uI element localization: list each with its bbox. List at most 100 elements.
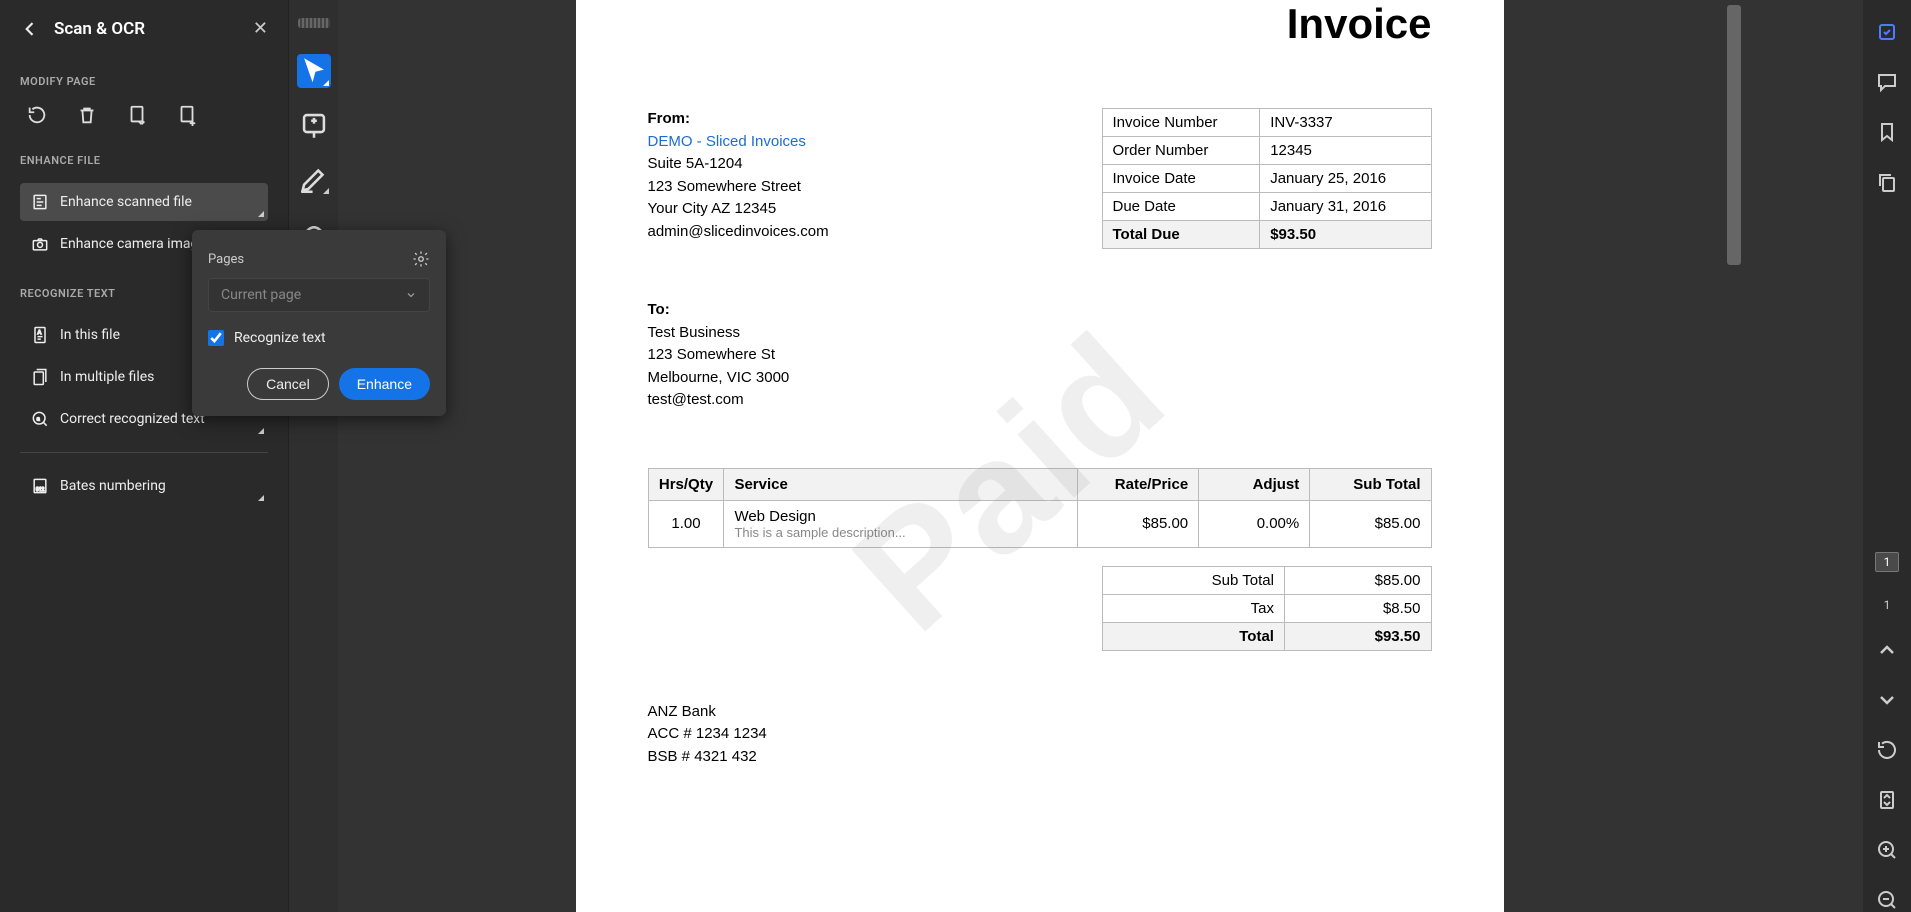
bates-icon: 012 <box>30 476 50 496</box>
from-company-link[interactable]: DEMO - Sliced Invoices <box>648 133 806 150</box>
document-viewport[interactable]: Paid Invoice From: DEMO - Sliced Invoice… <box>338 0 1741 912</box>
cell-sub: $85.00 <box>1310 500 1431 547</box>
tool-label: Bates numbering <box>60 478 166 494</box>
drag-handle-icon[interactable] <box>298 18 330 28</box>
delete-icon[interactable] <box>76 104 98 126</box>
pages-label: Pages <box>208 252 244 267</box>
enhance-scanned-file-button[interactable]: Enhance scanned file <box>20 183 268 221</box>
meta-key: Invoice Number <box>1102 109 1260 137</box>
sum-val: $93.50 <box>1284 622 1431 650</box>
annotation-toolbar: A <box>288 0 338 912</box>
meta-val: January 31, 2016 <box>1260 193 1431 221</box>
enhance-file-label: ENHANCE FILE <box>20 154 268 167</box>
scrollbar[interactable] <box>1727 5 1741 265</box>
to-street: 123 Somewhere St <box>648 344 1432 367</box>
col-rate: Rate/Price <box>1077 468 1198 500</box>
chevron-down-icon <box>405 289 417 301</box>
service-desc: This is a sample description... <box>734 525 1067 540</box>
enhance-button[interactable]: Enhance <box>339 368 430 400</box>
invoice-title: Invoice <box>648 0 1432 48</box>
zoom-in-icon[interactable] <box>1875 838 1899 862</box>
to-city: Melbourne, VIC 3000 <box>648 367 1432 390</box>
summary-table: Sub Total$85.00 Tax$8.50 Total$93.50 <box>1102 566 1432 651</box>
from-street: 123 Somewhere Street <box>648 176 829 199</box>
scan-ocr-panel: Scan & OCR ✕ MODIFY PAGE ENHANCE FILE En… <box>0 0 288 912</box>
meta-key: Due Date <box>1102 193 1260 221</box>
gear-icon[interactable] <box>412 250 430 268</box>
files-icon <box>30 367 50 387</box>
to-name: Test Business <box>648 322 1432 345</box>
from-suite: Suite 5A-1204 <box>648 153 829 176</box>
pages-select[interactable]: Current page <box>208 278 430 312</box>
to-email: test@test.com <box>648 389 1432 412</box>
comment-icon[interactable] <box>1875 70 1899 94</box>
magnify-text-icon: a <box>30 409 50 429</box>
line-items-table: Hrs/Qty Service Rate/Price Adjust Sub To… <box>648 468 1432 548</box>
extract-page-icon[interactable] <box>126 104 148 126</box>
zoom-out-icon[interactable] <box>1875 888 1899 912</box>
gutter <box>1741 0 1863 912</box>
sum-val: $8.50 <box>1284 594 1431 622</box>
cell-adjust: 0.00% <box>1199 500 1310 547</box>
select-tool[interactable] <box>297 54 331 88</box>
sum-key: Tax <box>1102 594 1284 622</box>
back-icon[interactable] <box>20 19 40 39</box>
invoice-meta-table: Invoice NumberINV-3337 Order Number12345… <box>1102 108 1432 249</box>
panel-title: Scan & OCR <box>54 19 253 39</box>
meta-val: INV-3337 <box>1260 109 1431 137</box>
meta-key: Invoice Date <box>1102 165 1260 193</box>
meta-val: 12345 <box>1260 137 1431 165</box>
file-text-icon: A <box>30 325 50 345</box>
tool-label: In this file <box>60 327 120 343</box>
bank-acc: ACC # 1234 1234 <box>648 723 1432 746</box>
svg-text:012: 012 <box>36 487 45 493</box>
col-service: Service <box>724 468 1078 500</box>
rotate-icon[interactable] <box>26 104 48 126</box>
tool-label: In multiple files <box>60 369 154 385</box>
bookmark-icon[interactable] <box>1875 120 1899 144</box>
pdf-page: Paid Invoice From: DEMO - Sliced Invoice… <box>576 0 1504 912</box>
meta-val: January 25, 2016 <box>1260 165 1431 193</box>
sticky-note-tool[interactable] <box>297 108 331 142</box>
cell-service: Web Design This is a sample description.… <box>724 500 1078 547</box>
divider <box>20 452 268 453</box>
recognize-text-checkbox[interactable] <box>208 330 224 346</box>
from-city: Your City AZ 12345 <box>648 198 829 221</box>
fit-page-icon[interactable] <box>1875 788 1899 812</box>
bank-name: ANZ Bank <box>648 701 1432 724</box>
copy-page-icon[interactable] <box>1875 170 1899 194</box>
chevron-down-icon[interactable] <box>1875 688 1899 712</box>
rotate-view-icon[interactable] <box>1875 738 1899 762</box>
svg-text:A: A <box>38 330 42 336</box>
page-number-input[interactable]: 1 <box>1875 552 1899 572</box>
sum-key: Sub Total <box>1102 566 1284 594</box>
bank-bsb: BSB # 4321 432 <box>648 746 1432 769</box>
right-rail: 1 1 <box>1863 0 1911 912</box>
close-icon[interactable]: ✕ <box>253 18 268 39</box>
modify-page-label: MODIFY PAGE <box>20 75 268 88</box>
tool-label: Correct recognized text <box>60 411 205 427</box>
recognize-text-label: Recognize text <box>234 330 326 346</box>
tool-label: Enhance camera images <box>60 236 213 252</box>
highlight-tool[interactable] <box>297 162 331 196</box>
service-name: Web Design <box>734 508 1067 525</box>
col-sub: Sub Total <box>1310 468 1431 500</box>
cancel-button[interactable]: Cancel <box>247 368 329 400</box>
select-value: Current page <box>221 287 301 303</box>
insert-page-icon[interactable] <box>176 104 198 126</box>
sum-val: $85.00 <box>1284 566 1431 594</box>
col-adjust: Adjust <box>1199 468 1310 500</box>
chevron-up-icon[interactable] <box>1875 638 1899 662</box>
bates-numbering-button[interactable]: 012 Bates numbering <box>20 467 268 505</box>
page-total: 1 <box>1884 598 1891 612</box>
sum-key: Total <box>1102 622 1284 650</box>
meta-val: $93.50 <box>1260 221 1431 249</box>
ai-assist-icon[interactable] <box>1875 20 1899 44</box>
enhance-scan-icon <box>30 192 50 212</box>
to-label: To: <box>648 299 1432 322</box>
col-hrs: Hrs/Qty <box>648 468 724 500</box>
to-block: To: Test Business 123 Somewhere St Melbo… <box>648 299 1432 412</box>
meta-key: Total Due <box>1102 221 1260 249</box>
from-block: From: DEMO - Sliced Invoices Suite 5A-12… <box>648 108 829 243</box>
from-label: From: <box>648 108 829 131</box>
